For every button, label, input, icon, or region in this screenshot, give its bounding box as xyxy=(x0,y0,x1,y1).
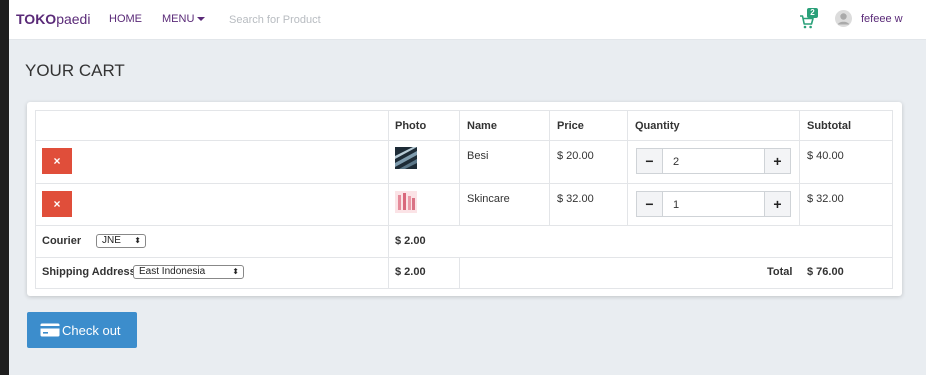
select-arrows-icon: ⬍ xyxy=(134,236,141,245)
app: TOKOpaedi HOME MENU 2 fefeee w YOUR CART xyxy=(9,0,926,375)
courier-cost: $ 2.00 xyxy=(395,235,426,247)
table-divider xyxy=(459,110,460,225)
table-divider xyxy=(459,257,460,288)
shipping-selected-value: East Indonesia xyxy=(139,266,206,277)
quantity-stepper: − + xyxy=(636,148,791,174)
decrease-quantity-button[interactable]: − xyxy=(637,149,663,173)
product-photo-besi[interactable] xyxy=(395,147,417,169)
table-divider xyxy=(799,110,800,225)
item-name: Skincare xyxy=(467,193,510,205)
shipping-address-select[interactable]: East Indonesia ⬍ xyxy=(133,265,244,279)
shipping-cost: $ 2.00 xyxy=(395,266,426,278)
table-divider xyxy=(388,110,389,288)
header-subtotal: Subtotal xyxy=(807,120,851,132)
caret-down-icon xyxy=(197,17,206,22)
page-title: YOUR CART xyxy=(25,61,125,80)
quantity-input[interactable] xyxy=(671,153,755,171)
checkout-label: Check out xyxy=(62,323,121,338)
brand-logo[interactable]: TOKOpaedi xyxy=(16,11,90,27)
shipping-address-label: Shipping Address xyxy=(42,266,136,278)
table-divider xyxy=(35,225,893,226)
total-label: Total xyxy=(767,266,793,278)
remove-item-button[interactable]: × xyxy=(42,191,72,217)
nav-home[interactable]: HOME xyxy=(109,13,142,25)
item-name: Besi xyxy=(467,150,489,162)
brand-bold: TOKO xyxy=(16,11,57,27)
user-name-link[interactable]: fefeee w xyxy=(861,13,903,25)
search-input[interactable] xyxy=(227,10,431,30)
quantity-input[interactable] xyxy=(671,196,755,214)
nav-menu-dropdown[interactable]: MENU xyxy=(162,13,206,25)
item-price: $ 20.00 xyxy=(557,150,594,162)
table-divider xyxy=(35,140,893,141)
remove-item-button[interactable]: × xyxy=(42,148,72,174)
credit-card-icon xyxy=(40,323,60,337)
checkout-button[interactable]: Check out xyxy=(27,312,137,348)
table-divider xyxy=(627,110,628,225)
header-quantity: Quantity xyxy=(635,120,680,132)
table-border-right xyxy=(892,110,893,288)
nav-menu-label: MENU xyxy=(162,13,195,25)
table-divider xyxy=(549,110,550,225)
navbar: TOKOpaedi HOME MENU 2 fefeee w xyxy=(9,0,926,40)
item-subtotal: $ 40.00 xyxy=(807,150,844,162)
table-border-left xyxy=(35,110,36,288)
table-border-bottom xyxy=(35,288,893,289)
courier-selected-value: JNE xyxy=(102,235,121,246)
cart-button[interactable]: 2 xyxy=(799,8,823,30)
brand-rest: paedi xyxy=(56,11,91,27)
table-divider xyxy=(35,257,893,258)
courier-select[interactable]: JNE ⬍ xyxy=(96,234,146,248)
header-photo: Photo xyxy=(395,120,427,132)
total-value: $ 76.00 xyxy=(807,266,844,278)
cart-card: Photo Name Price Quantity Subtotal × Bes… xyxy=(27,102,902,296)
table-border-top xyxy=(35,110,893,111)
header-name: Name xyxy=(467,120,497,132)
user-avatar-icon[interactable] xyxy=(835,10,852,27)
cart-count-badge: 2 xyxy=(807,8,818,18)
product-photo-skincare[interactable] xyxy=(395,191,417,213)
select-arrows-icon: ⬍ xyxy=(232,267,239,276)
decrease-quantity-button[interactable]: − xyxy=(637,192,663,216)
table-divider xyxy=(35,183,893,184)
quantity-stepper: − + xyxy=(636,191,791,217)
item-subtotal: $ 32.00 xyxy=(807,193,844,205)
increase-quantity-button[interactable]: + xyxy=(764,149,790,173)
item-price: $ 32.00 xyxy=(557,193,594,205)
header-price: Price xyxy=(557,120,584,132)
courier-label: Courier xyxy=(42,235,82,247)
increase-quantity-button[interactable]: + xyxy=(764,192,790,216)
